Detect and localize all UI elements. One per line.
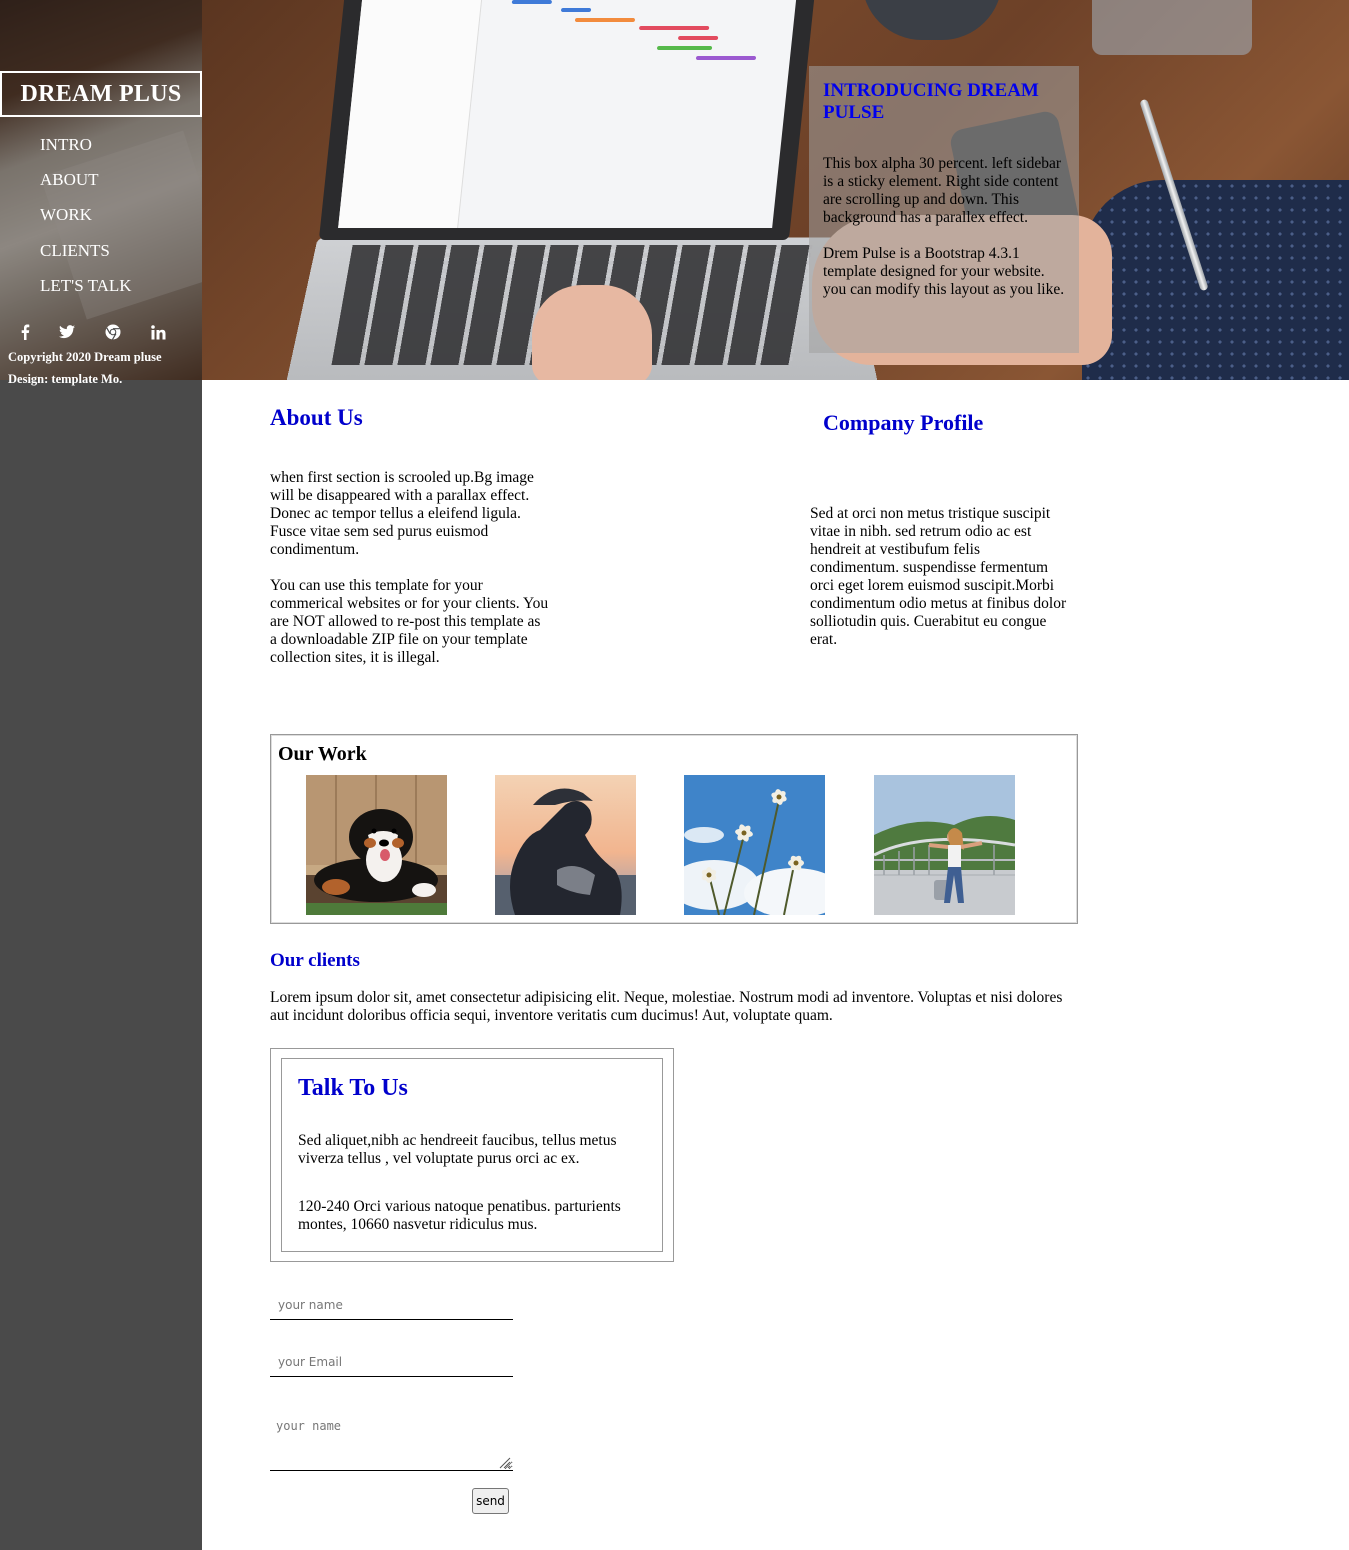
sidebar-footer: Copyright 2020 Dream pluse Design: templ… — [8, 346, 162, 390]
about-text: when first section is scrooled up.Bg ima… — [270, 469, 550, 667]
our-work-section: Our Work — [270, 734, 1078, 924]
intro-paragraph-1: This box alpha 30 percent. left sidebar … — [823, 155, 1065, 227]
nav-item-clients[interactable]: CLIENTS — [40, 233, 132, 268]
talk-paragraph-1: Sed aliquet,nibh ac hendreeit faucibus, … — [298, 1132, 646, 1168]
linkedin-icon[interactable] — [147, 320, 169, 344]
talk-to-us-inner: Talk To Us Sed aliquet,nibh ac hendreeit… — [281, 1058, 663, 1252]
nav-item-intro[interactable]: INTRO — [40, 127, 132, 162]
work-image-sunset-woman[interactable] — [495, 775, 636, 915]
main-nav: INTRO ABOUT WORK CLIENTS LET'S TALK — [40, 127, 132, 303]
work-image-dog[interactable] — [306, 775, 447, 915]
name-input[interactable] — [270, 1290, 513, 1320]
about-paragraph-1: when first section is scrooled up.Bg ima… — [270, 469, 550, 559]
nav-link-intro[interactable]: INTRO — [40, 135, 92, 155]
message-textarea[interactable] — [270, 1405, 513, 1471]
about-title: About Us — [270, 405, 363, 431]
clients-text: Lorem ipsum dolor sit, amet consectetur … — [270, 989, 1070, 1025]
clients-title: Our clients — [270, 950, 360, 972]
work-image-flowers-sky[interactable] — [684, 775, 825, 915]
nav-link-clients[interactable]: CLIENTS — [40, 241, 110, 261]
nav-item-work[interactable]: WORK — [40, 198, 132, 233]
hero-photo-tray — [1092, 0, 1252, 55]
chrome-icon[interactable] — [102, 320, 124, 344]
nav-item-lets-talk[interactable]: LET'S TALK — [40, 268, 132, 303]
sidebar: DREAM PLUS INTRO ABOUT WORK CLIENTS LET'… — [0, 0, 202, 1550]
talk-to-us-box: Talk To Us Sed aliquet,nibh ac hendreeit… — [270, 1048, 674, 1262]
facebook-icon[interactable] — [14, 320, 36, 344]
send-button[interactable]: send — [472, 1488, 509, 1514]
hero-photo-cup — [862, 0, 1002, 40]
intro-hero — [202, 0, 1349, 380]
talk-title: Talk To Us — [298, 1075, 646, 1102]
copyright-text: Copyright 2020 Dream pluse — [8, 346, 162, 368]
company-profile-title: Company Profile — [823, 410, 983, 436]
nav-link-work[interactable]: WORK — [40, 205, 92, 225]
our-work-title: Our Work — [278, 743, 367, 766]
social-links — [0, 320, 202, 344]
about-paragraph-2: You can use this template for your comme… — [270, 577, 550, 667]
intro-box: INTRODUCING DREAM PULSE This box alpha 3… — [809, 66, 1079, 353]
design-credit: Design: template Mo. — [8, 368, 162, 390]
company-profile-text: Sed at orci non metus tristique suscipit… — [810, 505, 1070, 649]
hero-photo-sleeve — [1082, 180, 1349, 380]
nav-item-about[interactable]: ABOUT — [40, 162, 132, 197]
nav-link-lets-talk[interactable]: LET'S TALK — [40, 276, 132, 296]
nav-link-about[interactable]: ABOUT — [40, 170, 99, 190]
hero-photo-left-hand — [532, 285, 652, 380]
hero-photo-laptop-screen — [319, 0, 815, 240]
email-input[interactable] — [270, 1347, 513, 1377]
twitter-icon[interactable] — [56, 320, 78, 344]
talk-address: 120-240 Orci various natoque penatibus. … — [298, 1198, 646, 1234]
work-image-woman-bridge[interactable] — [874, 775, 1015, 915]
intro-title: INTRODUCING DREAM PULSE — [823, 80, 1065, 124]
site-logo[interactable]: DREAM PLUS — [0, 71, 202, 117]
intro-paragraph-2: Drem Pulse is a Bootstrap 4.3.1 template… — [823, 245, 1065, 299]
